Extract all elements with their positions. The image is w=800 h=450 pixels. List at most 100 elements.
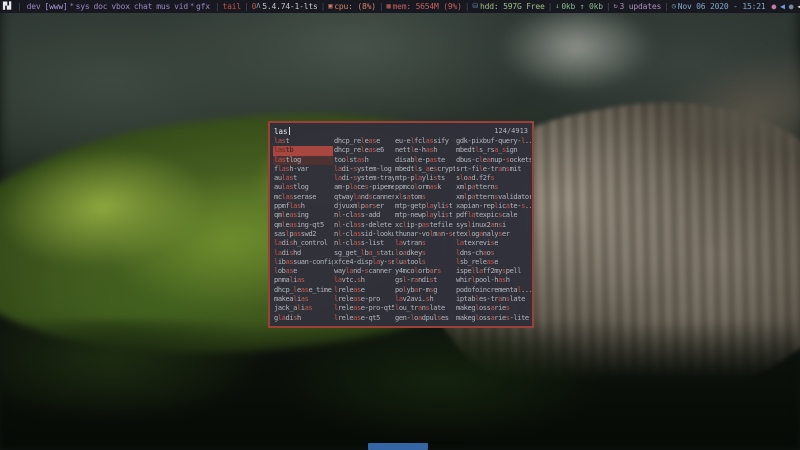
module-updates[interactable]: ↻3 updates bbox=[614, 0, 662, 13]
launcher-item[interactable]: jack_alias bbox=[273, 304, 333, 313]
launcher-item[interactable]: xapian-replicate-s... bbox=[455, 202, 531, 211]
launcher-item[interactable]: luatools bbox=[394, 258, 455, 267]
launcher-item[interactable]: makealias bbox=[273, 295, 333, 304]
launcher-item[interactable]: dhcp_release bbox=[333, 137, 394, 146]
launcher-item[interactable]: mtp-getplaylist bbox=[394, 202, 455, 211]
launcher-item[interactable]: toolstash bbox=[333, 156, 394, 165]
launcher-item[interactable]: djvuxmlparser bbox=[333, 202, 394, 211]
launcher-item[interactable]: libassuan-config bbox=[273, 258, 333, 267]
launcher-item[interactable]: ladish_control bbox=[273, 239, 333, 248]
launcher-item[interactable]: dhcp_lease_time bbox=[273, 286, 333, 295]
launcher-item[interactable]: ppmcolormask bbox=[394, 183, 455, 192]
launcher-item[interactable]: pnmalias bbox=[273, 276, 333, 285]
launcher-item[interactable]: pdflatexpicscale bbox=[455, 211, 531, 220]
module-clock[interactable]: ◷Nov 06 2020 - 15:21 bbox=[672, 0, 766, 13]
launcher-item[interactable]: ppmflash bbox=[273, 202, 333, 211]
launcher-item[interactable]: thunar-volman-se... bbox=[394, 230, 455, 239]
launcher-item[interactable]: syslinux2ansi bbox=[455, 221, 531, 230]
layout-indicator[interactable]: tail bbox=[223, 0, 241, 13]
tray-app-1-icon[interactable]: ● bbox=[771, 2, 776, 11]
launcher-item[interactable]: mbedtls_aescrypt2 bbox=[394, 165, 455, 174]
workspace-tag-sys[interactable]: sys bbox=[76, 2, 90, 11]
launcher-input[interactable]: las bbox=[274, 127, 290, 136]
launcher-item[interactable]: lavtrans bbox=[394, 239, 455, 248]
module-mem[interactable]: ▦mem: 5654M (9%) bbox=[386, 0, 461, 13]
launcher-item[interactable]: xfce4-display-se... bbox=[333, 258, 394, 267]
launcher-item[interactable]: makeglossaries bbox=[455, 304, 531, 313]
launcher-item[interactable]: nl-class-add bbox=[333, 211, 394, 220]
launcher-item[interactable]: nettle-hash bbox=[394, 146, 455, 155]
launcher-item[interactable]: aulastlog bbox=[273, 183, 333, 192]
tray-app-2-icon[interactable]: ◀ bbox=[780, 2, 785, 11]
launcher-item[interactable]: lrelease bbox=[333, 286, 394, 295]
launcher-item[interactable]: srt-file-transmit bbox=[455, 165, 531, 174]
launcher-item[interactable]: gen-loadpulses bbox=[394, 314, 455, 323]
tray-app-3-icon[interactable]: ● bbox=[789, 2, 794, 11]
launcher-item[interactable]: mbedtls_rsa_sign bbox=[455, 146, 531, 155]
module-hdd[interactable]: ⛁hdd: 597G Free bbox=[472, 0, 544, 13]
launcher-item[interactable]: xlsatoms bbox=[394, 193, 455, 202]
launcher-item[interactable]: flash-var bbox=[273, 165, 333, 174]
launcher-item[interactable]: disable-paste bbox=[394, 156, 455, 165]
launcher-item[interactable]: xclip-pastefile bbox=[394, 221, 455, 230]
launcher-item[interactable]: makeglossaries-lite bbox=[455, 314, 531, 323]
launcher-item[interactable]: saslpasswd2 bbox=[273, 230, 333, 239]
launcher-item[interactable]: texloganalyser bbox=[455, 230, 531, 239]
launcher-item[interactable]: ldns-chaos bbox=[455, 249, 531, 258]
launcher-item[interactable]: lsb_release bbox=[455, 258, 531, 267]
launcher-item[interactable]: gdk-pixbuf-query-l... bbox=[455, 137, 531, 146]
module-cpu[interactable]: ▣cpu: (8%) bbox=[328, 0, 376, 13]
launcher-item[interactable]: ladishd bbox=[273, 249, 333, 258]
bottom-center-indicator[interactable] bbox=[368, 443, 428, 450]
launcher-item[interactable]: wayland-scanner bbox=[333, 267, 394, 276]
launcher-item[interactable]: mclasserase bbox=[273, 193, 333, 202]
launcher-item[interactable]: mtp-newplaylist bbox=[394, 211, 455, 220]
launcher-item[interactable]: xmlpatterns bbox=[455, 183, 531, 192]
launcher-item[interactable]: ispellaff2myspell bbox=[455, 267, 531, 276]
launcher-item[interactable]: lavtc.sh bbox=[333, 276, 394, 285]
launcher-item[interactable]: podofoincremental... bbox=[455, 286, 531, 295]
launcher-item[interactable]: qmleasing bbox=[273, 211, 333, 220]
launcher-item[interactable]: latexrevise bbox=[455, 239, 531, 248]
workspace-tag-doc[interactable]: doc bbox=[93, 2, 107, 11]
launcher-item[interactable]: ladi-system-log bbox=[333, 165, 394, 174]
launcher-item[interactable]: sload.f2fs bbox=[455, 174, 531, 183]
launcher-item[interactable]: lrelease-pro-qt5 bbox=[333, 304, 394, 313]
launcher-item[interactable]: xmlpatternsvalidator bbox=[455, 193, 531, 202]
launcher-item[interactable]: lrelease-qt5 bbox=[333, 314, 394, 323]
launcher-item[interactable]: last bbox=[273, 137, 333, 146]
launcher-item[interactable]: loadkeys bbox=[394, 249, 455, 258]
launcher-item[interactable]: dhcp_release6 bbox=[333, 146, 394, 155]
launcher-item[interactable]: whirlpool-hash bbox=[455, 276, 531, 285]
workspace-tag-vbox[interactable]: vbox bbox=[111, 2, 129, 11]
launcher-item[interactable]: mtp-playlists bbox=[394, 174, 455, 183]
launcher-item[interactable]: dbus-cleanup-sockets bbox=[455, 156, 531, 165]
launcher-item[interactable]: polybar-msg bbox=[394, 286, 455, 295]
workspace-tag-mus[interactable]: mus bbox=[156, 2, 170, 11]
launcher-item[interactable]: lou_translate bbox=[394, 304, 455, 313]
launcher-item[interactable]: lav2avi.sh bbox=[394, 295, 455, 304]
launcher-item[interactable]: lastlog bbox=[273, 156, 333, 165]
launcher-item[interactable]: nl-class-delete bbox=[333, 221, 394, 230]
launcher-item[interactable]: gladish bbox=[273, 314, 333, 323]
launcher-item[interactable]: gsl-randist bbox=[394, 276, 455, 285]
launcher-item[interactable]: nl-class-list bbox=[333, 239, 394, 248]
launcher-item[interactable]: qmleasing-qt5 bbox=[273, 221, 333, 230]
module-network[interactable]: ↓0kb ↑ 0kb bbox=[555, 0, 603, 13]
launcher-item[interactable]: sg_get_lba_status bbox=[333, 249, 394, 258]
workspace-tag-vid[interactable]: vid bbox=[174, 2, 188, 11]
distro-logo-icon[interactable]: ▛▟ bbox=[3, 0, 11, 13]
module-kernel[interactable]: Λ5.4.74-1-lts bbox=[256, 0, 317, 13]
launcher-item[interactable]: lobase bbox=[273, 267, 333, 276]
launcher-item[interactable]: eu-elfclassify bbox=[394, 137, 455, 146]
workspace-tag-www[interactable]: [www] bbox=[45, 2, 68, 11]
launcher-item[interactable]: iptables-translate bbox=[455, 295, 531, 304]
launcher-item[interactable]: nl-classid-lookup bbox=[333, 230, 394, 239]
launcher-item[interactable]: lrelease-pro bbox=[333, 295, 394, 304]
launcher-item[interactable]: aulast bbox=[273, 174, 333, 183]
launcher-item[interactable]: am-places-pipemenu bbox=[333, 183, 394, 192]
launcher-item[interactable]: ladi-system-tray bbox=[333, 174, 394, 183]
workspace-tag-dev[interactable]: dev bbox=[27, 2, 41, 11]
launcher-item[interactable]: y4mcolorbars bbox=[394, 267, 455, 276]
workspace-tag-gfx[interactable]: gfx bbox=[196, 2, 210, 11]
